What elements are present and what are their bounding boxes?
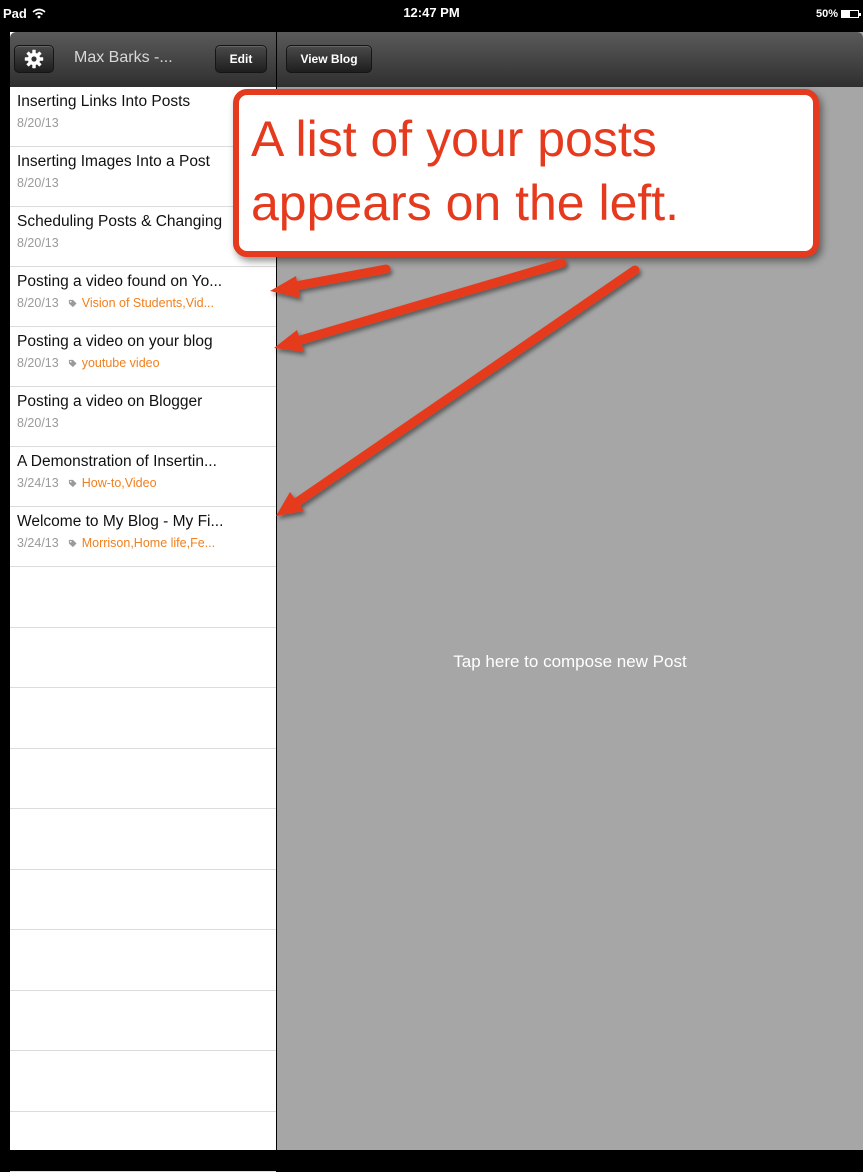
view-blog-button[interactable]: View Blog <box>286 45 372 73</box>
post-title: Posting a video on Blogger <box>17 393 271 411</box>
post-title: A Demonstration of Insertin... <box>17 453 271 471</box>
editor-toolbar: View Blog <box>277 32 863 87</box>
empty-row <box>10 930 276 991</box>
post-row[interactable]: Posting a video found on Yo... 8/20/13 Vis… <box>10 267 276 327</box>
gear-icon <box>24 49 44 69</box>
post-meta: 8/20/13 youtube video <box>17 356 276 370</box>
post-date: 8/20/13 <box>17 416 59 430</box>
edit-button[interactable]: Edit <box>215 45 267 73</box>
post-meta: 3/24/13 Morrison,Home life,Fe... <box>17 536 276 550</box>
post-date: 8/20/13 <box>17 176 59 190</box>
post-tags: Vision of Students,Vid... <box>82 296 252 310</box>
battery-icon <box>841 10 859 18</box>
empty-row <box>10 1051 276 1112</box>
empty-row <box>10 628 276 689</box>
annotation-line-1: A list of your posts <box>251 107 813 171</box>
post-date: 8/20/13 <box>17 236 59 250</box>
post-date: 8/20/13 <box>17 116 59 130</box>
clock: 12:47 PM <box>0 5 863 20</box>
post-row[interactable]: A Demonstration of Insertin... 3/24/13 How… <box>10 447 276 507</box>
post-title: Posting a video found on Yo... <box>17 273 271 291</box>
annotation-line-2: appears on the left. <box>251 171 813 235</box>
compose-prompt[interactable]: Tap here to compose new Post <box>277 652 863 672</box>
empty-row <box>10 1112 276 1172</box>
post-title: Posting a video on your blog <box>17 333 271 351</box>
post-date: 8/20/13 <box>17 296 59 310</box>
post-tags: youtube video <box>82 356 252 370</box>
post-date: 3/24/13 <box>17 476 59 490</box>
tag-icon <box>68 299 77 308</box>
post-date: 3/24/13 <box>17 536 59 550</box>
battery-percent: 50% <box>816 8 838 20</box>
status-bar: Pad 12:47 PM 50% <box>0 0 863 32</box>
empty-row <box>10 870 276 931</box>
tag-icon <box>68 479 77 488</box>
empty-row <box>10 567 276 628</box>
post-tags: Morrison,Home life,Fe... <box>82 536 252 550</box>
sidebar-toolbar: Max Barks -... Edit <box>10 32 276 87</box>
post-date: 8/20/13 <box>17 356 59 370</box>
annotation-callout: A list of your posts appears on the left… <box>233 89 819 257</box>
settings-button[interactable] <box>14 45 54 73</box>
post-tags: How-to,Video <box>82 476 252 490</box>
post-meta: 3/24/13 How-to,Video <box>17 476 276 490</box>
empty-row <box>10 749 276 810</box>
post-meta: 8/20/13 Vision of Students,Vid... <box>17 296 276 310</box>
tag-icon <box>68 539 77 548</box>
blog-title: Max Barks -... <box>74 49 204 67</box>
post-title: Welcome to My Blog - My Fi... <box>17 513 271 531</box>
post-row[interactable]: Welcome to My Blog - My Fi... 3/24/13 Morr… <box>10 507 276 567</box>
tag-icon <box>68 359 77 368</box>
post-meta: 8/20/13 <box>17 416 276 430</box>
empty-row <box>10 688 276 749</box>
post-row[interactable]: Posting a video on your blog 8/20/13 youtu… <box>10 327 276 387</box>
post-row[interactable]: Posting a video on Blogger 8/20/13 <box>10 387 276 447</box>
empty-row <box>10 809 276 870</box>
empty-row <box>10 991 276 1052</box>
